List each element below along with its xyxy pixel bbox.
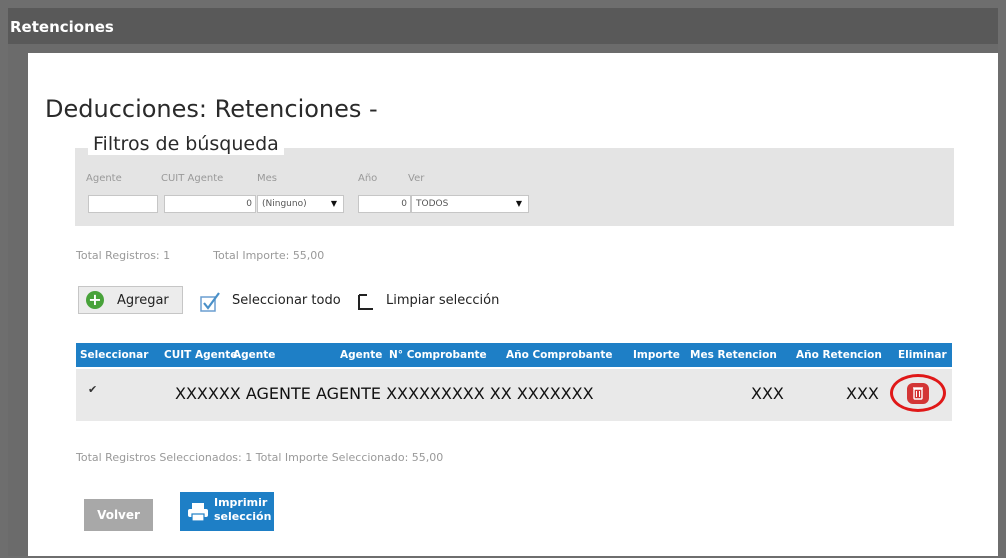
table-row[interactable]: ✔ XXXXXX AGENTE AGENTE XXXXXXXXX XX XXXX… [76,369,952,421]
table-header: Seleccionar CUIT Agente Agente Agente N°… [76,343,952,367]
chevron-down-icon: ▼ [330,199,337,208]
printer-icon [187,502,209,525]
main-panel: Deducciones: Retenciones - Filtros de bú… [28,53,998,556]
filters-title: Filtros de búsqueda [88,133,284,155]
filter-agente-label: Agente [86,173,122,184]
column-header-agente-2[interactable]: Agente [340,349,382,361]
column-header-agente[interactable]: Agente [233,349,275,361]
clear-selection-link[interactable]: Limpiar selección [386,293,499,308]
row-select-checkbox[interactable]: ✔ [88,383,97,396]
add-button[interactable]: + Agregar [78,286,183,314]
page-title: Deducciones: Retenciones - [45,95,378,123]
back-button[interactable]: Volver [84,499,153,531]
column-header-importe[interactable]: Importe [633,349,680,361]
trash-icon [913,387,923,400]
row-mes-retencion: XXX [751,384,784,403]
filter-ver-label: Ver [408,173,425,184]
print-button-label-line1: Imprimir [214,496,268,509]
mes-select-value: (Ninguno) [262,199,307,209]
clear-selection-icon[interactable] [356,292,376,316]
plus-icon: + [86,291,104,309]
totals-summary: Total Registros: 1 Total Importe: 55,00 [76,249,324,262]
filter-cuit-label: CUIT Agente [161,173,224,184]
total-importe-label: Total Importe: [213,249,290,262]
anio-input[interactable]: 0 [358,195,411,213]
cuit-agente-input[interactable]: 0 [164,195,256,213]
delete-highlight-ring [890,374,946,412]
window-title: Retenciones [8,8,998,44]
print-button-label-line2: selección [214,510,272,523]
column-header-n-comprobante[interactable]: N° Comprobante [389,349,487,361]
chevron-down-icon: ▼ [515,199,522,208]
total-registros-value: 1 [163,249,171,262]
selection-summary: Total Registros Seleccionados: 1 Total I… [76,451,444,464]
column-header-anio-comprobante[interactable]: Año Comprobante [506,349,612,361]
column-header-seleccionar[interactable]: Seleccionar [80,349,148,361]
print-selection-button[interactable]: Imprimir selección [180,492,274,531]
ver-select-value: TODOS [416,199,449,209]
filters-box [75,148,954,226]
ver-select[interactable]: TODOS ▼ [411,195,529,213]
total-registros-label: Total Registros: [76,249,160,262]
agente-input[interactable] [88,195,158,213]
select-all-icon[interactable] [200,291,222,317]
row-anio-retencion: XXX [846,384,879,403]
delete-button[interactable] [907,383,929,404]
column-header-mes-retencion[interactable]: Mes Retencion [690,349,777,361]
select-all-link[interactable]: Seleccionar todo [232,293,341,308]
mes-select[interactable]: (Ninguno) ▼ [257,195,344,213]
filter-anio-label: Año [358,173,378,184]
filter-mes-label: Mes [257,173,277,184]
total-importe-value: 55,00 [292,249,325,262]
column-header-cuit-agente[interactable]: CUIT Agente [164,349,237,361]
column-header-eliminar[interactable]: Eliminar [898,349,947,361]
add-button-label: Agregar [117,293,169,308]
app-window: Retenciones Deducciones: Retenciones - F… [8,8,998,556]
row-content: XXXXXX AGENTE AGENTE XXXXXXXXX XX XXXXXX… [175,384,594,403]
column-header-anio-retencion[interactable]: Año Retencion [796,349,882,361]
